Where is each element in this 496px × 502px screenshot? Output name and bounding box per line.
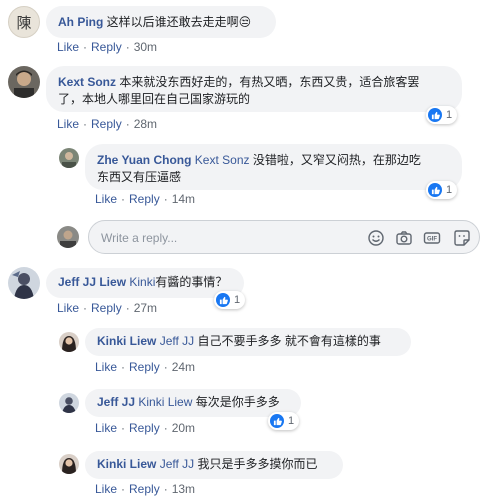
reply-link[interactable]: Reply [91, 40, 122, 54]
reaction-count[interactable]: 1 [426, 106, 458, 124]
mention-tag[interactable]: Jeff JJ [160, 334, 194, 348]
comment-author[interactable]: Zhe Yuan Chong [97, 153, 191, 167]
gif-icon[interactable]: GIF [423, 229, 441, 247]
comment-bubble: Jeff JJ Liew Kinki有醬的事情？ [46, 268, 244, 298]
reply-composer[interactable]: GIF [88, 220, 480, 254]
reply-link[interactable]: Reply [91, 301, 122, 315]
reply-link[interactable]: Reply [129, 421, 160, 435]
comment-author[interactable]: Kinki Liew [97, 334, 156, 348]
reply-link[interactable]: Reply [91, 117, 122, 131]
timestamp[interactable]: 20m [172, 421, 195, 435]
avatar[interactable] [59, 393, 79, 413]
mention-tag[interactable]: Kext Sonz [195, 153, 250, 167]
like-link[interactable]: Like [57, 117, 79, 131]
reply-bubble: Zhe Yuan Chong Kext Sonz 没错啦，又窄又闷热，在那边吃 … [85, 144, 462, 190]
emoji-icon[interactable] [367, 229, 385, 247]
comment-actions: Like · Reply · 28m [57, 117, 158, 131]
comment-actions: Like · Reply · 24m [95, 360, 196, 374]
current-user-avatar [57, 226, 79, 248]
comment-text: 我只是手多多摸你而已 [197, 457, 318, 471]
thumbs-up-icon [428, 183, 442, 197]
comment-text: 每次是你手多多 [195, 395, 280, 409]
reply-bubble: Kinki Liew Jeff JJ 我只是手多多摸你而已 [85, 451, 343, 479]
thumbs-up-icon [216, 293, 230, 307]
comment-actions: Like · Reply · 27m [57, 301, 158, 315]
like-link[interactable]: Like [95, 192, 117, 206]
reaction-number: 1 [446, 184, 453, 196]
comment-text-line: 本来就没东西好走的，有热又晒，东西又贵，适合旅客罢 [119, 75, 420, 89]
reaction-count[interactable]: 1 [426, 181, 458, 199]
comment-text-line: 东西又有压逼感 [97, 170, 182, 184]
reply-link[interactable]: Reply [129, 192, 160, 206]
comment-author[interactable]: Jeff JJ Liew [58, 275, 126, 289]
timestamp[interactable]: 14m [172, 192, 195, 206]
comment-actions: Like · Reply · 20m [95, 421, 196, 435]
reply-link[interactable]: Reply [129, 360, 160, 374]
like-link[interactable]: Like [95, 421, 117, 435]
timestamp[interactable]: 13m [172, 482, 195, 496]
camera-icon[interactable] [395, 229, 413, 247]
thumbs-up-icon [270, 414, 284, 428]
thumbs-up-icon [428, 108, 442, 122]
timestamp[interactable]: 27m [134, 301, 157, 315]
reply-bubble: Jeff JJ Kinki Liew 每次是你手多多 [85, 389, 301, 417]
timestamp[interactable]: 28m [134, 117, 157, 131]
like-link[interactable]: Like [95, 360, 117, 374]
avatar[interactable] [8, 267, 40, 299]
avatar[interactable] [59, 454, 79, 474]
avatar[interactable] [8, 66, 40, 98]
comment-actions: Like · Reply · 30m [57, 40, 158, 54]
comment-author[interactable]: Jeff JJ [97, 395, 135, 409]
comment-author[interactable]: Kext Sonz [58, 75, 116, 89]
comment-text: 这样以后谁还敢去走走啊😒 [106, 15, 252, 29]
comment-author[interactable]: Ah Ping [58, 15, 103, 29]
comment-actions: Like · Reply · 14m [95, 192, 196, 206]
svg-text:GIF: GIF [427, 237, 437, 243]
comment-text: 有醬的事情？ [155, 275, 228, 289]
comment-text-line: 了，本地人哪里回在自己国家游玩的 [58, 92, 251, 106]
timestamp[interactable]: 24m [172, 360, 195, 374]
avatar[interactable]: 陳 [8, 6, 40, 38]
comment-bubble: Ah Ping 这样以后谁还敢去走走啊😒 [46, 6, 276, 38]
avatar[interactable] [59, 332, 79, 352]
avatar-char: 陳 [16, 13, 32, 32]
reply-input[interactable] [99, 227, 353, 249]
mention-tag[interactable]: Kinki Liew [138, 395, 192, 409]
reaction-number: 1 [288, 415, 295, 427]
avatar[interactable] [59, 148, 79, 168]
like-link[interactable]: Like [57, 301, 79, 315]
comment-author[interactable]: Kinki Liew [97, 457, 156, 471]
comment-actions: Like · Reply · 13m [95, 482, 196, 496]
reply-link[interactable]: Reply [129, 482, 160, 496]
reply-bubble: Kinki Liew Jeff JJ 自己不要手多多 就不會有這樣的事 [85, 328, 411, 356]
mention-tag[interactable]: Kinki [129, 275, 155, 289]
timestamp[interactable]: 30m [134, 40, 157, 54]
reaction-count[interactable]: 1 [268, 412, 300, 430]
sticker-icon[interactable] [453, 229, 471, 247]
comment-text: 自己不要手多多 就不會有這樣的事 [197, 334, 381, 348]
reaction-number: 1 [234, 294, 241, 306]
like-link[interactable]: Like [95, 482, 117, 496]
mention-tag[interactable]: Jeff JJ [160, 457, 194, 471]
like-link[interactable]: Like [57, 40, 79, 54]
comment-bubble: Kext Sonz 本来就没东西好走的，有热又晒，东西又贵，适合旅客罢 了，本地… [46, 66, 462, 112]
reaction-number: 1 [446, 109, 453, 121]
reaction-count[interactable]: 1 [214, 291, 246, 309]
comment-text-line: 没错啦，又窄又闷热，在那边吃 [252, 153, 421, 167]
